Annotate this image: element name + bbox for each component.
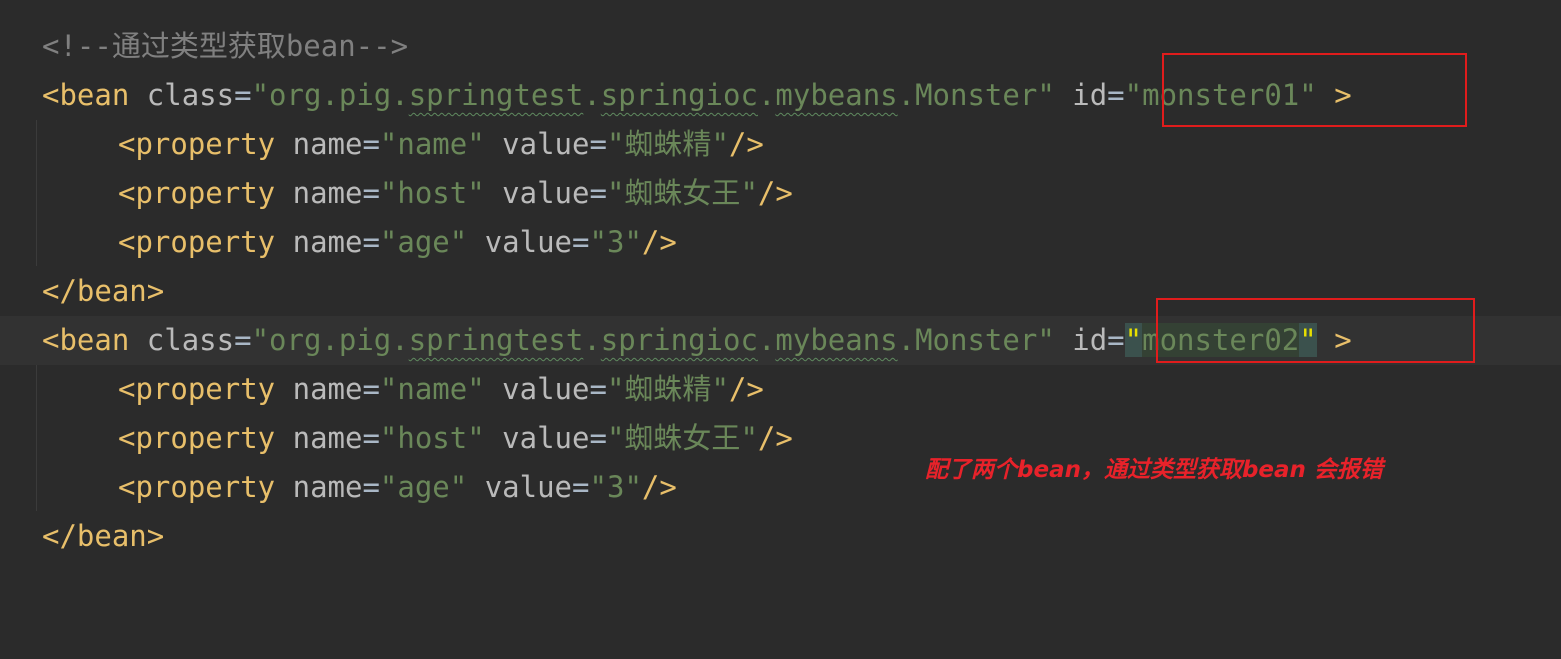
code-line[interactable]: <property name="host" value="蜘蛛女王"/> [0, 169, 1561, 218]
property-tag: <property [118, 127, 276, 161]
bean-open-tag: <bean [42, 323, 130, 357]
bean-close-tag: </bean> [42, 519, 165, 553]
property-name-value: "name" [379, 372, 485, 406]
property-value: "3" [589, 470, 642, 504]
property-name-value: "host" [379, 176, 485, 210]
property-name-value: "age" [379, 470, 468, 504]
property-tag: <property [118, 372, 276, 406]
property-tag: <property [118, 225, 276, 259]
property-name-value: "age" [379, 225, 468, 259]
code-line[interactable]: <property name="age" value="3"/> [0, 218, 1561, 267]
property-value: "蜘蛛精" [606, 127, 729, 161]
property-name-value: "name" [379, 127, 485, 161]
id-highlight-box-2 [1156, 298, 1475, 363]
error-annotation: 配了两个bean，通过类型获取bean 会报错 [925, 457, 1383, 483]
property-tag: <property [118, 470, 276, 504]
class-value: "org.pig.springtest.springioc.mybeans.Mo… [251, 78, 1055, 112]
property-value: "蜘蛛精" [606, 372, 729, 406]
id-highlight-box-1 [1162, 53, 1467, 127]
id-attribute: id [1072, 78, 1108, 112]
bean-open-tag: <bean [42, 78, 130, 112]
class-value: "org.pig.springtest.springioc.mybeans.Mo… [251, 323, 1055, 357]
code-line[interactable]: </bean> [0, 512, 1561, 561]
xml-comment: <!--通过类型获取bean--> [42, 29, 409, 63]
id-attribute: id [1072, 323, 1108, 357]
property-value: "蜘蛛女王" [606, 421, 758, 455]
bean-close-tag: </bean> [42, 274, 165, 308]
code-line[interactable]: <property name="name" value="蜘蛛精"/> [0, 120, 1561, 169]
property-tag: <property [118, 176, 276, 210]
property-tag: <property [118, 421, 276, 455]
property-value: "3" [589, 225, 642, 259]
code-line[interactable]: <property name="name" value="蜘蛛精"/> [0, 365, 1561, 414]
class-attribute: class [146, 323, 235, 357]
property-name-value: "host" [379, 421, 485, 455]
property-value: "蜘蛛女王" [606, 176, 758, 210]
code-editor[interactable]: <!--通过类型获取bean--> <bean class="org.pig.s… [0, 0, 1561, 557]
equals-sign: = [234, 78, 252, 112]
class-attribute: class [146, 78, 235, 112]
